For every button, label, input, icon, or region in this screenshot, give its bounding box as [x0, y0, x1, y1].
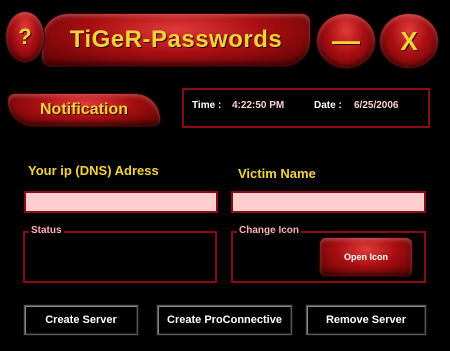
- time-value: 4:22:50 PM: [232, 100, 285, 111]
- date-label: Date :: [314, 100, 342, 111]
- remove-server-button[interactable]: Remove Server: [306, 305, 426, 335]
- change-icon-legend: Change Icon: [237, 225, 302, 236]
- ip-label: Your ip (DNS) Adress: [28, 163, 159, 178]
- time-label: Time :: [192, 100, 222, 111]
- create-proconnective-button[interactable]: Create ProConnective: [157, 305, 292, 335]
- open-icon-button[interactable]: Open Icon: [320, 238, 412, 276]
- status-group: [23, 231, 217, 283]
- victim-name-input[interactable]: [231, 191, 426, 213]
- notification-button[interactable]: Notification: [8, 94, 160, 126]
- app-title: TiGeR-Passwords: [69, 26, 283, 53]
- minimize-button[interactable]: —: [317, 14, 375, 68]
- help-button[interactable]: ?: [6, 12, 44, 62]
- status-legend: Status: [29, 225, 64, 236]
- ip-input[interactable]: [24, 191, 218, 213]
- date-value: 6/25/2006: [354, 100, 399, 111]
- close-button[interactable]: X: [380, 14, 438, 68]
- create-server-button[interactable]: Create Server: [24, 305, 138, 335]
- victim-name-label: Victim Name: [238, 166, 316, 181]
